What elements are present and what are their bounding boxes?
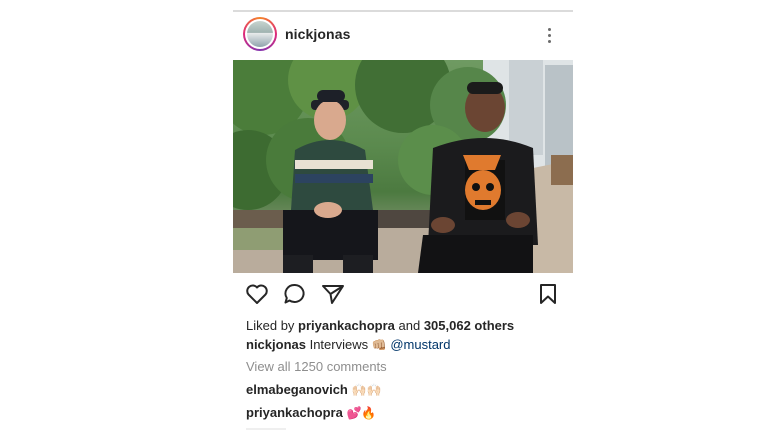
- bookmark-icon[interactable]: [538, 283, 558, 310]
- more-dot: [548, 40, 551, 43]
- more-vertical-icon[interactable]: [539, 24, 559, 46]
- post-photo[interactable]: [233, 60, 573, 273]
- comment-username[interactable]: elmabeganovich: [246, 382, 348, 397]
- avatar-image: [247, 21, 273, 47]
- liked-by-user[interactable]: priyankachopra: [298, 318, 395, 333]
- caption-username[interactable]: nickjonas: [246, 337, 306, 352]
- comment-icon[interactable]: [283, 283, 307, 310]
- heart-icon[interactable]: [245, 283, 269, 310]
- caption-text: Interviews: [309, 337, 369, 352]
- more-dot: [548, 34, 551, 37]
- comment-row: priyankachopra 💕🔥: [246, 405, 376, 420]
- caption-emoji: 👊🏼: [371, 338, 387, 352]
- comment-row: elmabeganovich 🙌🏻🙌🏻: [246, 382, 381, 397]
- photo-illustration: [233, 60, 573, 273]
- avatar-border: [245, 19, 275, 49]
- caption-mention[interactable]: @mustard: [390, 337, 450, 352]
- instagram-post: nickjonas Liked by priyankachopra and 30…: [233, 12, 573, 430]
- caption: nickjonas Interviews 👊🏼 @mustard: [246, 337, 451, 352]
- likes-count[interactable]: 305,062 others: [424, 318, 514, 333]
- likes-and: and: [398, 318, 421, 333]
- send-icon[interactable]: [321, 283, 345, 310]
- post-username[interactable]: nickjonas: [285, 26, 350, 42]
- view-all-comments-link[interactable]: View all 1250 comments: [246, 359, 387, 374]
- avatar[interactable]: [243, 17, 277, 51]
- comment-username[interactable]: priyankachopra: [246, 405, 343, 420]
- more-dot: [548, 28, 551, 31]
- comment-text: 🙌🏻🙌🏻: [351, 383, 382, 397]
- likes-prefix: Liked by: [246, 318, 295, 333]
- post-actions: [233, 283, 573, 309]
- post-header: nickjonas: [233, 12, 573, 60]
- likes-summary[interactable]: Liked by priyankachopra and 305,062 othe…: [246, 318, 514, 333]
- comment-text: 💕🔥: [346, 406, 377, 420]
